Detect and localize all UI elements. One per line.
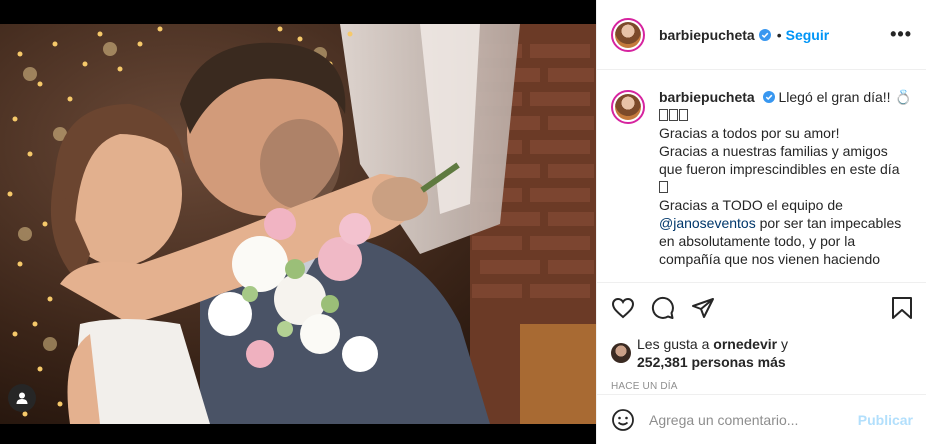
separator-dot: • (776, 26, 782, 43)
author-username[interactable]: barbiepucheta (659, 27, 755, 43)
post-sidebar: barbiepucheta • Seguir ••• barbiepucheta… (596, 0, 926, 444)
placeholder-emoji (659, 179, 669, 195)
likes-count[interactable]: 252,381 personas más (637, 354, 786, 370)
heart-icon[interactable] (611, 296, 635, 320)
caption-body: barbiepucheta Llegó el gran día!! 💍 Grac… (659, 88, 913, 282)
likes-row: Les gusta a ornedevir y 252,381 personas… (611, 335, 913, 371)
post-actions: Les gusta a ornedevir y 252,381 personas… (597, 282, 926, 392)
comment-icon[interactable] (651, 296, 675, 320)
post-photo[interactable] (0, 24, 596, 424)
likes-conj: y (780, 336, 788, 352)
post-header: barbiepucheta • Seguir ••• (597, 0, 926, 70)
likes-prefix: Les gusta a (637, 336, 710, 352)
liker-avatar[interactable] (611, 343, 631, 363)
mention-link[interactable]: @janoseventos (659, 215, 756, 231)
post-timestamp[interactable]: HACE UN DÍA (611, 381, 913, 392)
publish-button[interactable]: Publicar (858, 412, 913, 428)
post-caption: barbiepucheta Llegó el gran día!! 💍 Grac… (597, 70, 926, 282)
likes-text: Les gusta a ornedevir y 252,381 personas… (637, 335, 788, 371)
share-icon[interactable] (691, 296, 715, 320)
ring-emoji: 💍 (894, 89, 912, 105)
wedding-photo-image (0, 24, 596, 424)
caption-line-3: Gracias a nuestras familias y amigos que… (659, 143, 900, 177)
liker-username[interactable]: ornedevir (713, 336, 777, 352)
comment-bar: Publicar (597, 394, 926, 444)
photo-pane (0, 0, 596, 444)
action-icons (611, 293, 913, 323)
placeholder-emoji (659, 107, 689, 123)
verified-badge-icon (758, 28, 771, 41)
comment-input[interactable] (649, 411, 858, 428)
verified-badge-icon (762, 91, 775, 103)
author-avatar[interactable] (611, 17, 645, 52)
follow-button[interactable]: Seguir (786, 27, 830, 43)
caption-username[interactable]: barbiepucheta (659, 89, 755, 105)
caption-line-4-pre: Gracias a TODO el equipo de (659, 197, 843, 213)
bookmark-icon[interactable] (891, 296, 913, 320)
user-tag-icon[interactable] (8, 384, 36, 412)
caption-avatar[interactable] (611, 90, 645, 124)
caption-line-2: Gracias a todos por su amor! (659, 125, 840, 141)
emoji-icon[interactable] (611, 408, 635, 432)
caption-line-1: Llegó el gran día!! (778, 89, 891, 105)
more-options-button[interactable]: ••• (890, 24, 912, 45)
